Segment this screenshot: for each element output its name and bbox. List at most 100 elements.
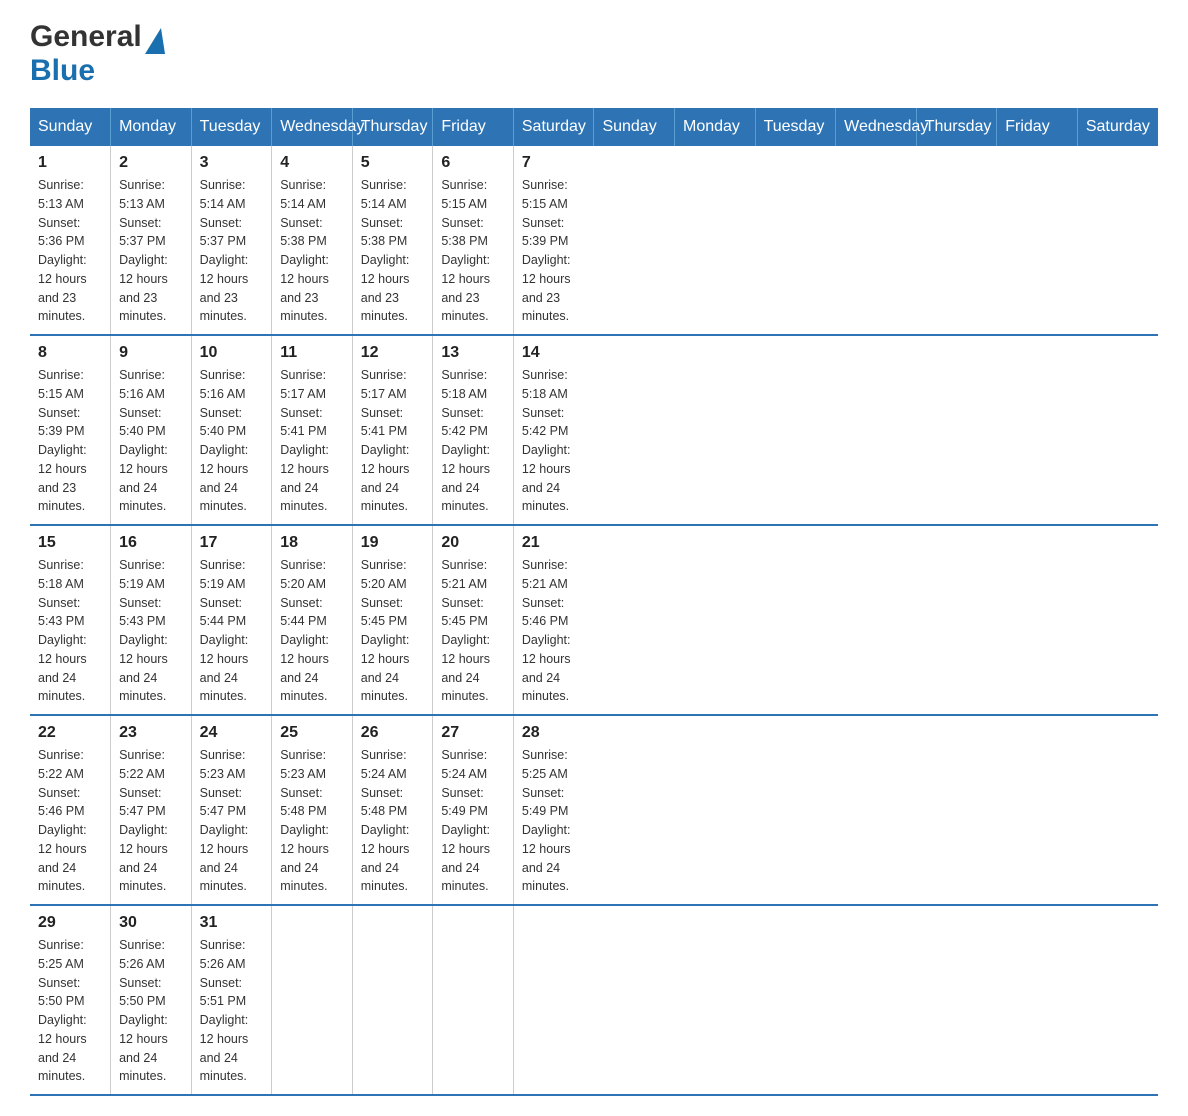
day-number: 4: [280, 154, 344, 172]
calendar-cell: 15 Sunrise: 5:18 AMSunset: 5:43 PMDayligh…: [30, 525, 111, 715]
calendar-cell: 14 Sunrise: 5:18 AMSunset: 5:42 PMDayligh…: [513, 335, 594, 525]
page-header: General Blue: [30, 20, 1158, 88]
day-info: Sunrise: 5:20 AMSunset: 5:44 PMDaylight:…: [280, 558, 329, 703]
calendar-cell: 3 Sunrise: 5:14 AMSunset: 5:37 PMDaylight…: [191, 146, 272, 335]
calendar-cell: 16Sunrise: 5:19 AMSunset: 5:43 PMDayligh…: [111, 525, 192, 715]
day-info: Sunrise: 5:14 AMSunset: 5:38 PMDaylight:…: [280, 178, 329, 323]
day-info: Sunrise: 5:15 AMSunset: 5:39 PMDaylight:…: [522, 178, 571, 323]
calendar-cell: 24 Sunrise: 5:23 AMSunset: 5:47 PMDayligh…: [191, 715, 272, 905]
day-number: 5: [361, 154, 425, 172]
calendar-cell: 31Sunrise: 5:26 AMSunset: 5:51 PMDayligh…: [191, 905, 272, 1095]
col-header-friday: Friday: [433, 108, 514, 146]
col-header-friday: Friday: [997, 108, 1078, 146]
day-number: 31: [200, 914, 264, 932]
day-number: 28: [522, 724, 586, 742]
calendar-cell: 23 Sunrise: 5:22 AMSunset: 5:47 PMDayligh…: [111, 715, 192, 905]
day-number: 22: [38, 724, 102, 742]
col-header-thursday: Thursday: [352, 108, 433, 146]
day-info: Sunrise: 5:23 AMSunset: 5:47 PMDaylight:…: [200, 748, 249, 893]
calendar-cell: 29 Sunrise: 5:25 AMSunset: 5:50 PMDayligh…: [30, 905, 111, 1095]
day-info: Sunrise: 5:15 AMSunset: 5:39 PMDaylight:…: [38, 368, 87, 513]
calendar-week-row: 1Sunrise: 5:13 AMSunset: 5:36 PMDaylight…: [30, 146, 1158, 335]
calendar-table: SundayMondayTuesdayWednesdayThursdayFrid…: [30, 108, 1158, 1096]
calendar-cell: 17Sunrise: 5:19 AMSunset: 5:44 PMDayligh…: [191, 525, 272, 715]
day-info: Sunrise: 5:18 AMSunset: 5:43 PMDaylight:…: [38, 558, 87, 703]
day-info: Sunrise: 5:23 AMSunset: 5:48 PMDaylight:…: [280, 748, 329, 893]
calendar-week-row: 8Sunrise: 5:15 AMSunset: 5:39 PMDaylight…: [30, 335, 1158, 525]
day-info: Sunrise: 5:19 AMSunset: 5:43 PMDaylight:…: [119, 558, 168, 703]
calendar-cell: 11 Sunrise: 5:17 AMSunset: 5:41 PMDayligh…: [272, 335, 353, 525]
day-info: Sunrise: 5:18 AMSunset: 5:42 PMDaylight:…: [441, 368, 490, 513]
day-number: 1: [38, 154, 102, 172]
day-info: Sunrise: 5:17 AMSunset: 5:41 PMDaylight:…: [280, 368, 329, 513]
col-header-saturday: Saturday: [1077, 108, 1158, 146]
calendar-cell: 25 Sunrise: 5:23 AMSunset: 5:48 PMDayligh…: [272, 715, 353, 905]
day-info: Sunrise: 5:15 AMSunset: 5:38 PMDaylight:…: [441, 178, 490, 323]
logo: General Blue: [30, 20, 165, 88]
day-info: Sunrise: 5:25 AMSunset: 5:50 PMDaylight:…: [38, 938, 87, 1083]
calendar-cell: [352, 905, 433, 1095]
col-header-tuesday: Tuesday: [755, 108, 836, 146]
calendar-cell: [433, 905, 514, 1095]
day-info: Sunrise: 5:21 AMSunset: 5:46 PMDaylight:…: [522, 558, 571, 703]
calendar-cell: 12 Sunrise: 5:17 AMSunset: 5:41 PMDayligh…: [352, 335, 433, 525]
day-number: 3: [200, 154, 264, 172]
day-number: 19: [361, 534, 425, 552]
calendar-cell: 28 Sunrise: 5:25 AMSunset: 5:49 PMDayligh…: [513, 715, 594, 905]
day-info: Sunrise: 5:16 AMSunset: 5:40 PMDaylight:…: [119, 368, 168, 513]
col-header-thursday: Thursday: [916, 108, 997, 146]
calendar-cell: 1Sunrise: 5:13 AMSunset: 5:36 PMDaylight…: [30, 146, 111, 335]
col-header-sunday: Sunday: [594, 108, 675, 146]
calendar-cell: 21 Sunrise: 5:21 AMSunset: 5:46 PMDayligh…: [513, 525, 594, 715]
day-number: 29: [38, 914, 102, 932]
calendar-week-row: 22 Sunrise: 5:22 AMSunset: 5:46 PMDayligh…: [30, 715, 1158, 905]
logo-blue-text: Blue: [30, 54, 95, 87]
calendar-week-row: 15 Sunrise: 5:18 AMSunset: 5:43 PMDayligh…: [30, 525, 1158, 715]
day-info: Sunrise: 5:14 AMSunset: 5:38 PMDaylight:…: [361, 178, 410, 323]
calendar-cell: 19Sunrise: 5:20 AMSunset: 5:45 PMDayligh…: [352, 525, 433, 715]
day-number: 26: [361, 724, 425, 742]
day-number: 24: [200, 724, 264, 742]
calendar-cell: 26 Sunrise: 5:24 AMSunset: 5:48 PMDayligh…: [352, 715, 433, 905]
calendar-cell: 4 Sunrise: 5:14 AMSunset: 5:38 PMDaylight…: [272, 146, 353, 335]
day-info: Sunrise: 5:24 AMSunset: 5:48 PMDaylight:…: [361, 748, 410, 893]
calendar-cell: 20 Sunrise: 5:21 AMSunset: 5:45 PMDayligh…: [433, 525, 514, 715]
day-number: 20: [441, 534, 505, 552]
day-number: 27: [441, 724, 505, 742]
col-header-sunday: Sunday: [30, 108, 111, 146]
day-info: Sunrise: 5:25 AMSunset: 5:49 PMDaylight:…: [522, 748, 571, 893]
day-number: 13: [441, 344, 505, 362]
calendar-cell: 27Sunrise: 5:24 AMSunset: 5:49 PMDayligh…: [433, 715, 514, 905]
day-number: 23: [119, 724, 183, 742]
day-number: 7: [522, 154, 586, 172]
calendar-cell: 30Sunrise: 5:26 AMSunset: 5:50 PMDayligh…: [111, 905, 192, 1095]
day-number: 25: [280, 724, 344, 742]
day-number: 30: [119, 914, 183, 932]
calendar-cell: [513, 905, 594, 1095]
day-info: Sunrise: 5:22 AMSunset: 5:46 PMDaylight:…: [38, 748, 87, 893]
day-number: 21: [522, 534, 586, 552]
day-number: 15: [38, 534, 102, 552]
day-info: Sunrise: 5:21 AMSunset: 5:45 PMDaylight:…: [441, 558, 490, 703]
day-info: Sunrise: 5:19 AMSunset: 5:44 PMDaylight:…: [200, 558, 249, 703]
logo-triangle-icon: [145, 28, 165, 54]
day-info: Sunrise: 5:17 AMSunset: 5:41 PMDaylight:…: [361, 368, 410, 513]
calendar-header-row: SundayMondayTuesdayWednesdayThursdayFrid…: [30, 108, 1158, 146]
day-info: Sunrise: 5:22 AMSunset: 5:47 PMDaylight:…: [119, 748, 168, 893]
day-number: 18: [280, 534, 344, 552]
col-header-monday: Monday: [675, 108, 756, 146]
day-info: Sunrise: 5:18 AMSunset: 5:42 PMDaylight:…: [522, 368, 571, 513]
day-number: 14: [522, 344, 586, 362]
col-header-wednesday: Wednesday: [272, 108, 353, 146]
day-number: 12: [361, 344, 425, 362]
col-header-tuesday: Tuesday: [191, 108, 272, 146]
logo-general-text: General: [30, 20, 142, 54]
calendar-cell: 18 Sunrise: 5:20 AMSunset: 5:44 PMDayligh…: [272, 525, 353, 715]
calendar-cell: 9Sunrise: 5:16 AMSunset: 5:40 PMDaylight…: [111, 335, 192, 525]
day-number: 6: [441, 154, 505, 172]
day-info: Sunrise: 5:14 AMSunset: 5:37 PMDaylight:…: [200, 178, 249, 323]
day-number: 10: [200, 344, 264, 362]
calendar-cell: 22 Sunrise: 5:22 AMSunset: 5:46 PMDayligh…: [30, 715, 111, 905]
day-number: 11: [280, 344, 344, 362]
calendar-cell: 8Sunrise: 5:15 AMSunset: 5:39 PMDaylight…: [30, 335, 111, 525]
